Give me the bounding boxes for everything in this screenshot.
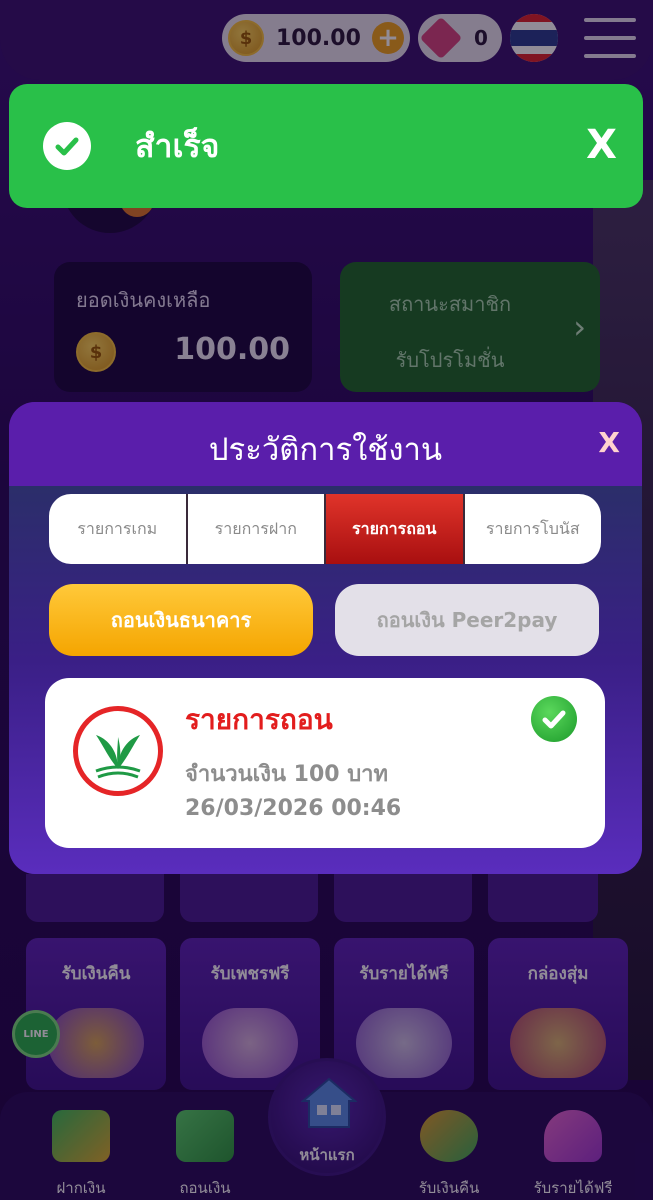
success-toast: สำเร็จ X: [9, 84, 643, 208]
transaction-card: รายการถอน จำนวนเงิน 100 บาท 26/03/2026 0…: [45, 678, 605, 848]
kasikorn-bank-logo: [73, 706, 163, 796]
transaction-amount: จำนวนเงิน 100 บาท: [185, 762, 389, 787]
history-tabs: รายการเกม รายการฝาก รายการถอน รายการโบนั…: [49, 494, 601, 564]
withdraw-bank-button[interactable]: ถอนเงินธนาคาร: [49, 584, 313, 656]
modal-header: ประวัติการใช้งาน X: [9, 402, 642, 486]
modal-close-button[interactable]: X: [598, 426, 620, 459]
toast-close-button[interactable]: X: [586, 122, 617, 168]
tab-deposits[interactable]: รายการฝาก: [188, 494, 326, 564]
tab-withdrawals[interactable]: รายการถอน: [326, 494, 465, 564]
transaction-title: รายการถอน: [185, 703, 333, 736]
check-circle-icon: [531, 696, 577, 742]
toast-message: สำเร็จ: [135, 126, 220, 165]
check-circle-icon: [43, 122, 91, 170]
withdraw-peer2pay-button[interactable]: ถอนเงิน Peer2pay: [335, 584, 599, 656]
modal-title: ประวัติการใช้งาน: [208, 432, 443, 468]
tab-bonus[interactable]: รายการโบนัส: [465, 494, 602, 564]
history-modal: ประวัติการใช้งาน X รายการเกม รายการฝาก ร…: [9, 402, 642, 874]
transaction-datetime: 26/03/2026 00:46: [185, 796, 402, 821]
tab-games[interactable]: รายการเกม: [49, 494, 188, 564]
modal-body: รายการเกม รายการฝาก รายการถอน รายการโบนั…: [9, 486, 642, 874]
